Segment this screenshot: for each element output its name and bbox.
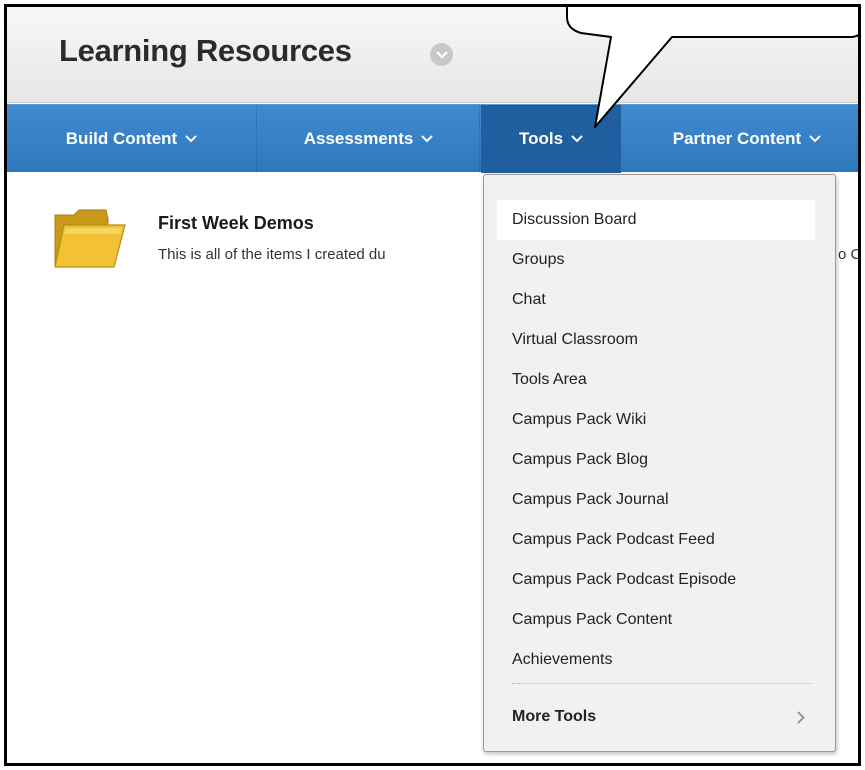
menu-item-campus-pack-wiki[interactable]: Campus Pack Wiki [497,400,815,440]
tools-dropdown-menu: Discussion Board Groups Chat Virtual Cla… [483,174,836,752]
screenshot-frame: Learning Resources Build Content Assessm… [4,4,861,766]
nav-assessments-label: Assessments [303,129,414,148]
chevron-down-icon [421,135,434,143]
content-item-title[interactable]: First Week Demos [158,213,314,234]
menu-divider [512,683,812,684]
menu-item-campus-pack-journal[interactable]: Campus Pack Journal [497,480,815,520]
nav-partner-content-label: Partner Content [672,129,802,148]
content-item-description-tail: o C [838,246,861,263]
menu-item-groups[interactable]: Groups [497,240,815,280]
menu-item-campus-pack-blog[interactable]: Campus Pack Blog [497,440,815,480]
course-nav-bar: Build Content Assessments Tools Partner … [7,104,858,173]
menu-item-campus-pack-podcast-episode[interactable]: Campus Pack Podcast Episode [497,560,815,600]
menu-item-campus-pack-content[interactable]: Campus Pack Content [497,600,815,640]
menu-item-campus-pack-podcast-feed[interactable]: Campus Pack Podcast Feed [497,520,815,560]
folder-icon[interactable] [52,207,127,271]
content-item-description: This is all of the items I created du [158,246,386,263]
more-tools-label: More Tools [512,708,597,725]
page-title: Learning Resources [59,33,352,68]
chevron-down-icon [185,135,197,143]
chevron-down-icon [809,135,821,143]
nav-tools-label: Tools [518,129,564,148]
chevron-down-icon [571,135,583,143]
menu-item-virtual-classroom[interactable]: Virtual Classroom [497,320,815,360]
nav-assessments[interactable]: Assessments [258,105,480,173]
menu-item-achievements[interactable]: Achievements [497,640,815,680]
course-header: Learning Resources [7,7,858,103]
nav-build-content-label: Build Content [65,129,178,148]
menu-item-tools-area[interactable]: Tools Area [497,360,815,400]
nav-build-content[interactable]: Build Content [7,105,257,173]
nav-partner-content[interactable]: Partner Content [622,105,858,173]
menu-item-discussion-board[interactable]: Discussion Board [497,200,815,240]
more-tools-item[interactable]: More Tools [497,697,815,737]
chevron-right-icon [797,697,805,737]
nav-tools[interactable]: Tools [481,105,621,173]
title-chevron-icon[interactable] [430,43,453,66]
menu-item-chat[interactable]: Chat [497,280,815,320]
